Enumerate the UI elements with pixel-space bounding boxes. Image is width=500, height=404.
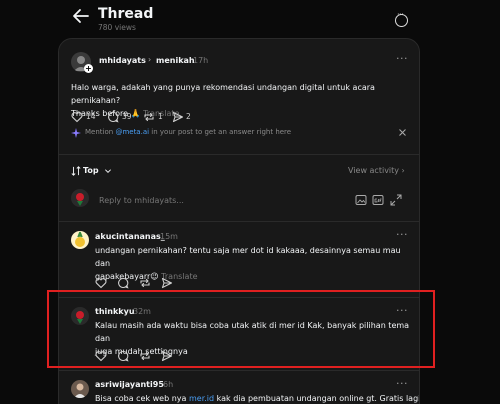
mention-prefix: Mention xyxy=(85,128,114,136)
page-title: Thread xyxy=(98,6,154,22)
mention-suffix: in your post to get an answer right here xyxy=(151,128,292,136)
divider xyxy=(59,221,419,222)
comment-more-icon[interactable]: ··· xyxy=(396,377,408,390)
comment-line: undangan pernikahan? tentu saja mer dot … xyxy=(95,246,401,268)
more-options-icon[interactable] xyxy=(395,10,408,27)
comment-icon[interactable] xyxy=(107,111,119,123)
post-text-line1: Halo warga, adakah yang punya rekomendas… xyxy=(71,83,375,105)
repost-count: 1 xyxy=(158,112,163,121)
back-arrow-icon[interactable] xyxy=(72,8,90,24)
comment-line: kak dia pembuatan undangan online gt. Gr… xyxy=(216,394,420,403)
chevron-down-icon[interactable] xyxy=(104,167,112,175)
sort-icon[interactable] xyxy=(71,166,81,176)
share-icon[interactable] xyxy=(161,277,173,289)
comment-count: 39 xyxy=(122,112,132,121)
post-time: 17h xyxy=(193,56,209,65)
comment-text: Bisa coba cek web nya mer.id kak dia pem… xyxy=(95,392,419,404)
tag-arrow: › xyxy=(148,55,152,64)
comment-author[interactable]: akucintananas_ xyxy=(95,232,165,241)
comment-icon[interactable] xyxy=(117,277,129,289)
mer-id-link[interactable]: mer.id xyxy=(189,394,214,403)
gif-icon[interactable] xyxy=(372,194,384,206)
my-avatar xyxy=(71,189,89,207)
highlight-box xyxy=(47,290,435,368)
meta-ai-mention[interactable]: @meta.ai xyxy=(115,128,149,136)
meta-ai-hint: Mention @meta.ai in your post to get an … xyxy=(85,128,291,136)
share-icon[interactable] xyxy=(172,111,184,123)
repost-icon[interactable] xyxy=(143,111,155,123)
repost-icon[interactable] xyxy=(139,277,151,289)
like-count: 14 xyxy=(86,112,96,121)
follow-plus-icon[interactable]: + xyxy=(84,64,93,73)
reply-input[interactable]: Reply to mhidayats... xyxy=(99,196,184,205)
close-icon[interactable] xyxy=(398,128,407,137)
image-icon[interactable] xyxy=(355,194,367,206)
view-count: 780 views xyxy=(98,23,136,32)
heart-icon[interactable] xyxy=(71,111,83,123)
commenter-avatar[interactable] xyxy=(71,231,89,249)
share-count: 2 xyxy=(186,112,191,121)
comment-line: Bisa coba cek web nya xyxy=(95,394,187,403)
post-more-icon[interactable]: ··· xyxy=(396,52,408,65)
heart-icon[interactable] xyxy=(95,277,107,289)
commenter-avatar[interactable] xyxy=(71,380,89,398)
divider xyxy=(59,370,419,371)
sort-top-button[interactable]: Top xyxy=(83,166,99,175)
divider xyxy=(59,154,419,155)
view-activity-link[interactable]: View activity › xyxy=(348,166,405,175)
topic-tag[interactable]: menikah xyxy=(156,56,195,65)
comment-author[interactable]: asriwijayanti95 xyxy=(95,380,164,389)
expand-icon[interactable] xyxy=(390,194,402,206)
thread-header: Thread 780 views xyxy=(0,0,500,38)
comment-time: 15m xyxy=(160,232,178,241)
post-author[interactable]: mhidayats xyxy=(99,56,146,65)
meta-ai-icon xyxy=(71,128,81,138)
comment-more-icon[interactable]: ··· xyxy=(396,228,408,241)
comment-time: 6h xyxy=(163,380,174,389)
